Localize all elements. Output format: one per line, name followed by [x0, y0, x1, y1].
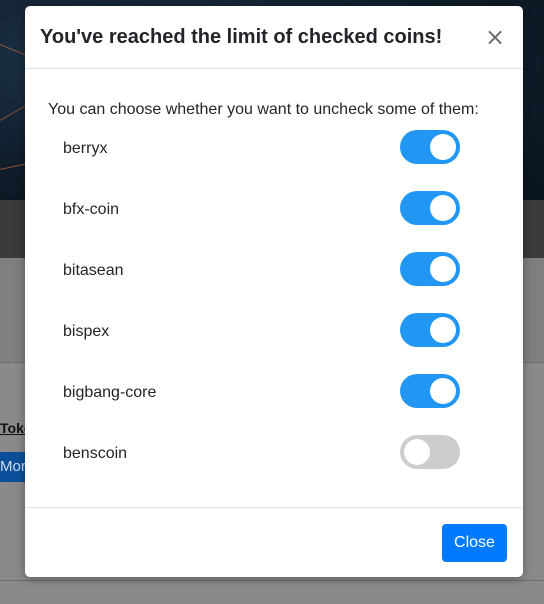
coin-toggle-switch[interactable] [400, 313, 460, 347]
coin-row: berryx [25, 130, 523, 170]
modal-title: You've reached the limit of checked coin… [40, 26, 443, 48]
coin-name: bfx-coin [63, 201, 120, 218]
modal-intro-text: You can choose whether you want to unche… [48, 101, 479, 118]
coin-name: benscoin [63, 445, 128, 462]
toggle-knob [430, 195, 456, 221]
modal-header: You've reached the limit of checked coin… [25, 6, 523, 69]
coin-name: berryx [63, 140, 108, 157]
coin-row: benscoin [25, 435, 523, 475]
toggle-knob [430, 134, 456, 160]
coin-toggle-switch[interactable] [400, 374, 460, 408]
modal-body: You can choose whether you want to unche… [25, 69, 523, 507]
coin-toggle-switch[interactable] [400, 130, 460, 164]
coin-name: bitasean [63, 262, 124, 279]
coin-row: bigbang-core [25, 374, 523, 414]
coin-limit-modal: You've reached the limit of checked coin… [25, 6, 523, 577]
toggle-knob [430, 378, 456, 404]
modal-footer: Close [25, 507, 523, 577]
coin-name: bigbang-core [63, 384, 157, 401]
coin-row: bispex [25, 313, 523, 353]
toggle-knob [430, 317, 456, 343]
coin-name: bispex [63, 323, 110, 340]
toggle-knob [430, 256, 456, 282]
coin-row: bitasean [25, 252, 523, 292]
coin-toggle-switch[interactable] [400, 435, 460, 469]
close-button[interactable]: Close [442, 524, 507, 562]
coin-row: bfx-coin [25, 191, 523, 231]
coin-toggle-switch[interactable] [400, 191, 460, 225]
toggle-knob [404, 439, 430, 465]
coin-toggle-switch[interactable] [400, 252, 460, 286]
close-icon[interactable]: × [485, 22, 505, 52]
